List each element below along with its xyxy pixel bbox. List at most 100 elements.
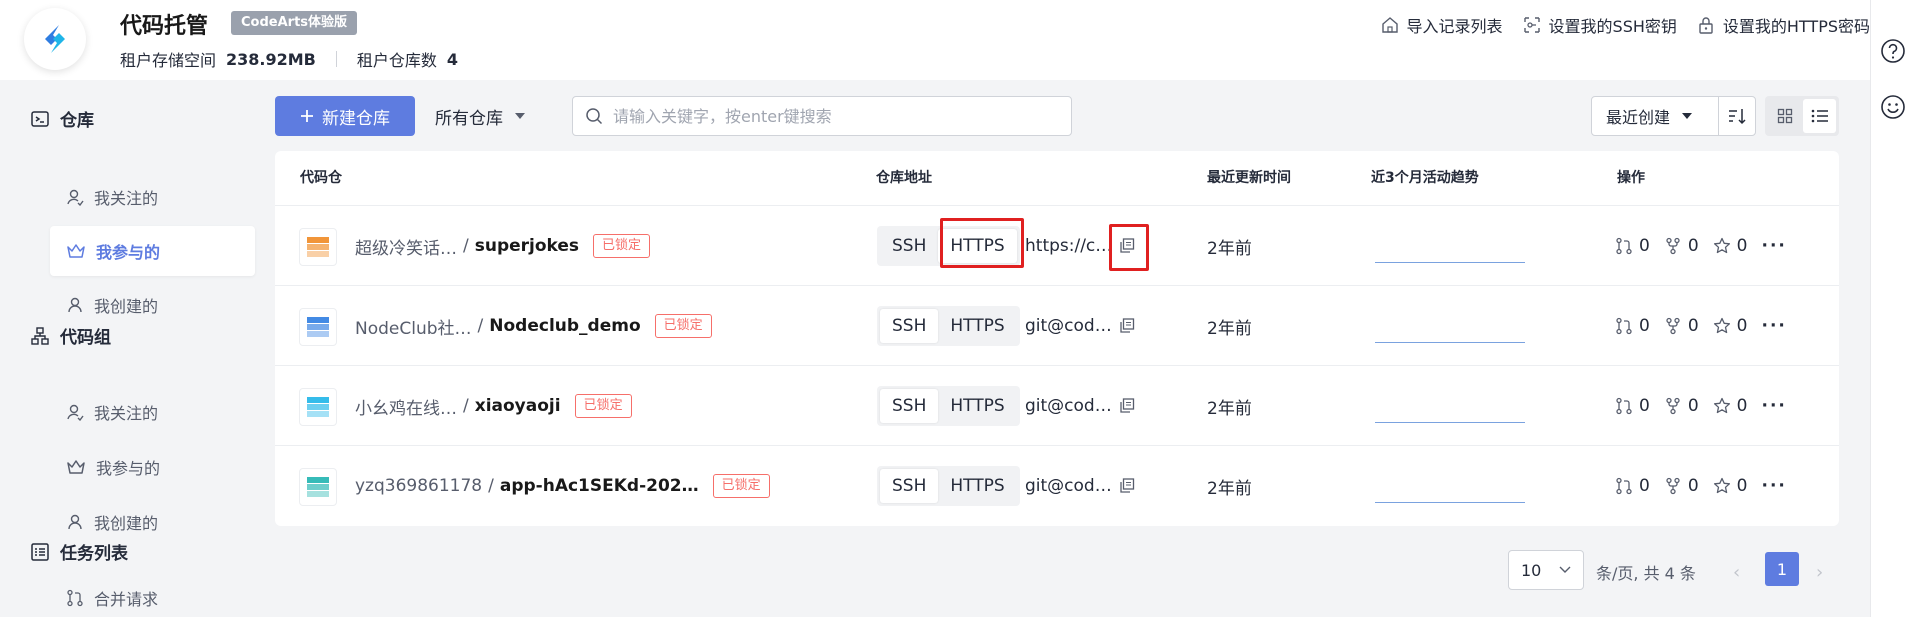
repo-name[interactable]: yzq369861178 / app-hAc1SEKd-202… 已锁定 xyxy=(355,446,770,526)
repo-name[interactable]: NodeClub社… / Nodeclub_demo 已锁定 xyxy=(355,286,712,366)
sidebar-item-group-joined[interactable]: 我参与的 xyxy=(50,442,255,492)
https-tab[interactable]: HTTPS xyxy=(938,389,1016,423)
page-title: 代码托管 xyxy=(120,14,209,39)
ssh-tab[interactable]: SSH xyxy=(880,229,938,263)
plus-icon xyxy=(301,110,313,122)
protocol-switch: SSH HTTPS xyxy=(877,386,1020,426)
prev-page-button[interactable]: ‹ xyxy=(1733,562,1740,583)
crown-icon xyxy=(67,460,85,474)
repo-filter-dropdown[interactable]: 所有仓库 xyxy=(435,96,525,136)
page-number-button[interactable]: 1 xyxy=(1765,552,1799,586)
sidebar-item-merge-requests[interactable]: 合并请求 xyxy=(50,578,255,617)
fork-count[interactable]: 0 xyxy=(1664,476,1699,496)
copy-icon[interactable] xyxy=(1118,317,1136,335)
locked-badge: 已锁定 xyxy=(574,394,632,418)
table-row[interactable]: 超级冷笑话… / superjokes 已锁定 SSH HTTPS https:… xyxy=(275,205,1839,285)
sort-direction-button[interactable] xyxy=(1718,96,1756,136)
search-input[interactable] xyxy=(613,106,1053,126)
sidebar-group-codegroup[interactable]: 代码组 xyxy=(30,323,111,348)
right-rail xyxy=(1870,0,1912,617)
fork-count[interactable]: 0 xyxy=(1664,396,1699,416)
repo-address: git@cod… xyxy=(1025,446,1136,526)
locked-badge: 已锁定 xyxy=(593,234,651,258)
repo-avatar-icon xyxy=(299,228,337,266)
locked-badge: 已锁定 xyxy=(712,474,770,498)
page-size-select[interactable]: 10 xyxy=(1508,550,1584,590)
repo-avatar-icon xyxy=(299,468,337,506)
more-actions-icon[interactable]: ··· xyxy=(1761,396,1786,416)
edition-badge: CodeArts体验版 xyxy=(231,11,358,35)
column-header-updated: 最近更新时间 xyxy=(1207,170,1291,186)
storage-value: 238.92MB xyxy=(226,49,316,69)
repo-address: https://c… xyxy=(1025,206,1136,286)
ssh-tab[interactable]: SSH xyxy=(880,469,939,503)
search-box xyxy=(572,96,1072,136)
caret-down-icon xyxy=(515,113,525,119)
activity-trend-line xyxy=(1375,262,1525,263)
star-count[interactable]: 0 xyxy=(1713,476,1747,496)
fork-icon xyxy=(1666,237,1680,255)
copy-icon[interactable] xyxy=(1118,237,1136,255)
fork-count[interactable]: 0 xyxy=(1664,236,1699,256)
column-header-repo: 代码仓 xyxy=(300,170,342,186)
merge-request-icon xyxy=(1616,317,1632,335)
lock-icon xyxy=(1699,17,1713,34)
table-row[interactable]: yzq369861178 / app-hAc1SEKd-202… 已锁定 SSH… xyxy=(275,445,1839,525)
repo-name[interactable]: 超级冷笑话… / superjokes 已锁定 xyxy=(355,206,651,286)
user-icon xyxy=(68,297,82,313)
ssh-tab[interactable]: SSH xyxy=(880,389,939,423)
sidebar-item-group-followed[interactable]: 我关注的 xyxy=(50,387,255,437)
search-icon xyxy=(586,108,603,125)
https-password-link[interactable]: 设置我的HTTPS密码 xyxy=(1697,13,1870,37)
user-icon xyxy=(68,514,82,530)
merge-request-count[interactable]: 0 xyxy=(1615,316,1650,336)
merge-request-count[interactable]: 0 xyxy=(1615,236,1650,256)
more-actions-icon[interactable]: ··· xyxy=(1761,476,1786,496)
ssh-key-link[interactable]: 设置我的SSH密钥 xyxy=(1523,13,1677,37)
ssh-tab[interactable]: SSH xyxy=(880,309,939,343)
list-icon xyxy=(1811,109,1828,123)
repo-count-value: 4 xyxy=(446,49,459,69)
https-tab[interactable]: HTTPS xyxy=(938,229,1017,263)
sidebar-item-repo-joined[interactable]: 我参与的 xyxy=(50,226,255,276)
import-records-link[interactable]: 导入记录列表 xyxy=(1381,13,1503,37)
sidebar-group-repo[interactable]: 仓库 xyxy=(30,106,94,131)
repo-operations: 0 0 0 ··· xyxy=(1615,286,1787,366)
crown-icon xyxy=(67,244,85,258)
table-row[interactable]: 小幺鸡在线… / xiaoyaoji 已锁定 SSH HTTPS git@cod… xyxy=(275,365,1839,445)
star-count[interactable]: 0 xyxy=(1713,236,1747,256)
protocol-switch: SSH HTTPS xyxy=(877,306,1020,346)
star-count[interactable]: 0 xyxy=(1713,316,1747,336)
key-icon xyxy=(1523,17,1540,33)
repo-name[interactable]: 小幺鸡在线… / xiaoyaoji 已锁定 xyxy=(355,366,632,446)
merge-request-icon xyxy=(1616,397,1632,415)
sidebar-item-repo-followed[interactable]: 我关注的 xyxy=(50,172,255,222)
copy-icon[interactable] xyxy=(1118,477,1136,495)
copy-icon[interactable] xyxy=(1118,397,1136,415)
sort-descending-icon xyxy=(1729,109,1746,125)
feedback-smile-icon[interactable] xyxy=(1880,94,1906,120)
tenant-stats: 租户存储空间 238.92MB 租户仓库数 4 xyxy=(120,47,458,71)
https-tab[interactable]: HTTPS xyxy=(938,469,1016,503)
https-tab[interactable]: HTTPS xyxy=(938,309,1016,343)
next-page-button[interactable]: › xyxy=(1816,562,1823,583)
fork-count[interactable]: 0 xyxy=(1664,316,1699,336)
sidebar-group-tasks[interactable]: 任务列表 xyxy=(30,539,128,564)
merge-request-icon xyxy=(1616,477,1632,495)
merge-request-count[interactable]: 0 xyxy=(1615,396,1650,416)
repo-operations: 0 0 0 ··· xyxy=(1615,366,1787,446)
help-icon[interactable] xyxy=(1880,38,1906,64)
home-icon xyxy=(1381,17,1398,33)
caret-down-icon xyxy=(1682,113,1693,119)
sort-dropdown[interactable]: 最近创建 xyxy=(1591,96,1719,136)
column-header-ops: 操作 xyxy=(1617,170,1645,186)
merge-request-count[interactable]: 0 xyxy=(1615,476,1650,496)
star-count[interactable]: 0 xyxy=(1713,396,1747,416)
new-repo-button[interactable]: 新建仓库 xyxy=(275,96,415,136)
more-actions-icon[interactable]: ··· xyxy=(1761,236,1786,256)
table-row[interactable]: NodeClub社… / Nodeclub_demo 已锁定 SSH HTTPS… xyxy=(275,285,1839,365)
more-actions-icon[interactable]: ··· xyxy=(1761,316,1786,336)
grid-view-button[interactable] xyxy=(1768,99,1801,133)
list-view-button[interactable] xyxy=(1803,99,1836,133)
activity-trend-line xyxy=(1375,502,1525,503)
